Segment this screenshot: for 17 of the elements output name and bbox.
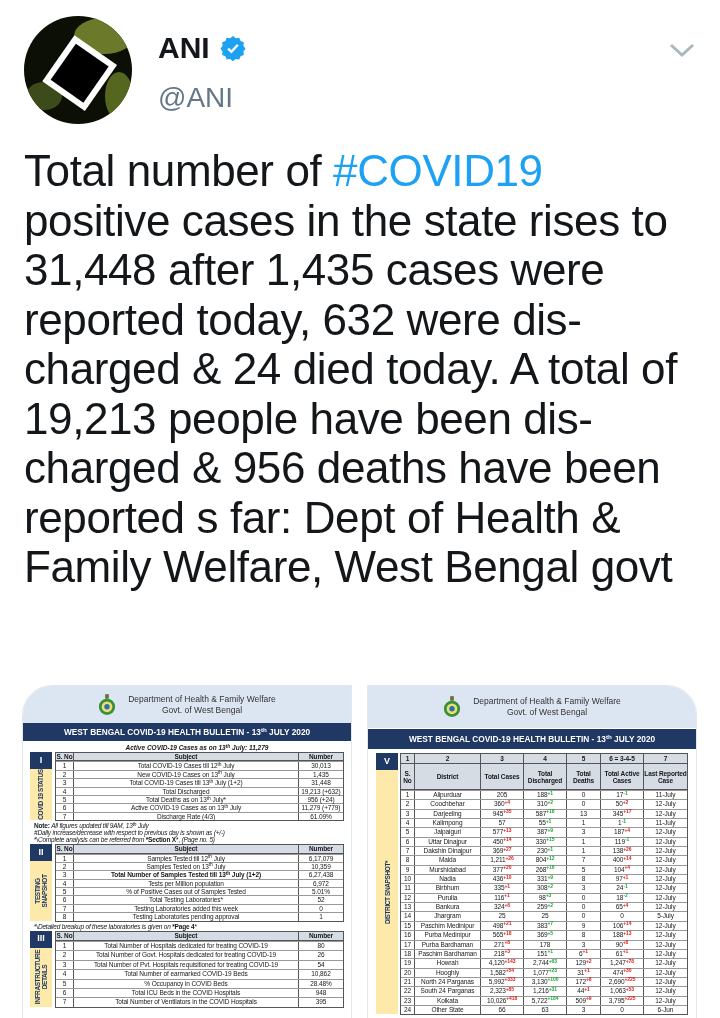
section-numeral: I bbox=[30, 752, 52, 769]
section-numeral: III bbox=[30, 930, 52, 948]
tweet-text: Total number of #COVID19 positive cases in the state rises to 31,448 after 1,435 cases were reported today, 632 were dis-charged & 24 died today. A total of 19,213 people have been dis-charged & 956 deaths have been reported s far: Dept of Health & Family Welfare, West Bengal govt bbox=[24, 146, 679, 593]
government-name: Govt. of West Bengal bbox=[161, 704, 243, 716]
emblem-icon bbox=[98, 693, 117, 716]
government-name: Govt. of West Bengal bbox=[506, 707, 588, 718]
bulletin-banner: WEST BENGAL COVID-19 HEALTH BULLETIN - 13$^{th}$ JULY 2020 bbox=[368, 729, 696, 749]
department-name: Department of Health & Family Welfare bbox=[128, 693, 276, 705]
department-name: Department of Health & Family Welfare bbox=[473, 696, 621, 707]
section-numeral: II bbox=[30, 844, 52, 862]
bulletin-banner: WEST BENGAL COVID-19 HEALTH BULLETIN - 13$^{th}$ JULY 2020 bbox=[23, 723, 351, 741]
author-name: ANI bbox=[158, 30, 210, 66]
chevron-down-icon bbox=[668, 42, 696, 58]
author-handle: @ANI bbox=[158, 81, 235, 115]
hashtag-link[interactable]: #COVID19 bbox=[333, 146, 543, 195]
section-numeral: V bbox=[376, 753, 398, 770]
emblem-icon bbox=[443, 696, 462, 718]
